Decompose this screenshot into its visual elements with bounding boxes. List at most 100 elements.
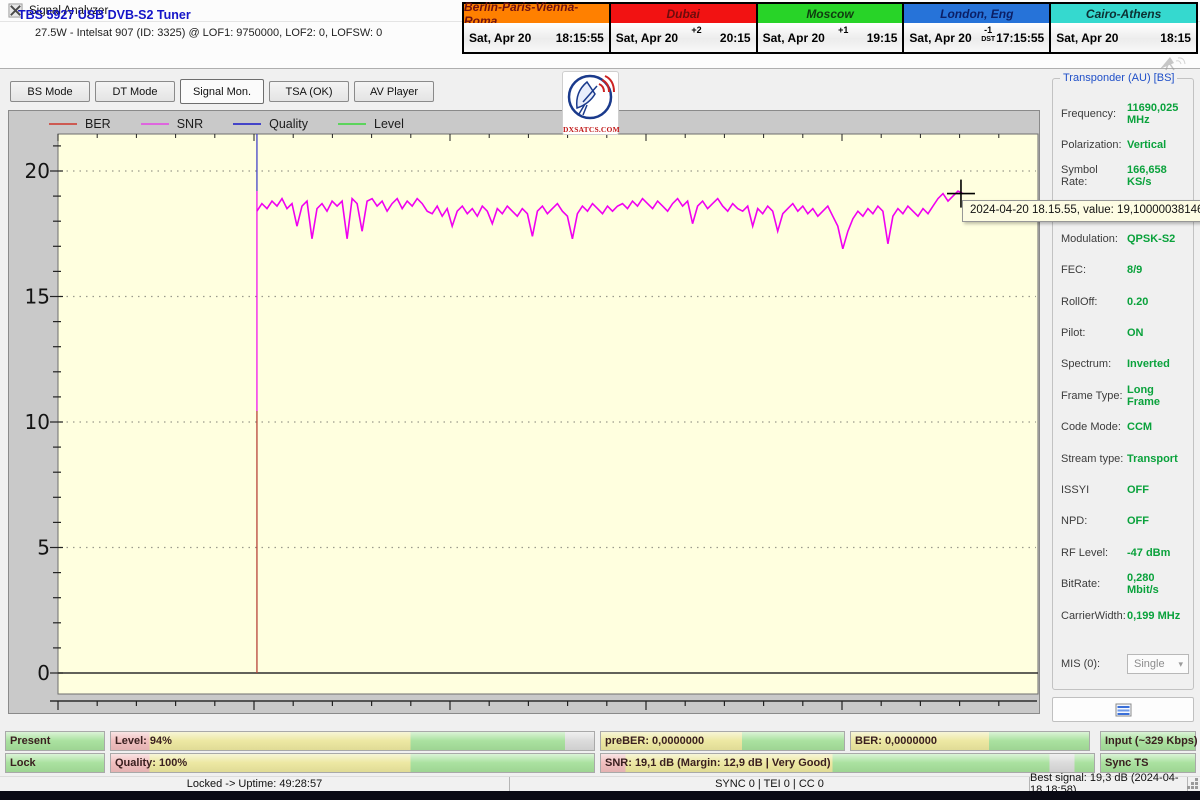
clock-time: 20:15 (720, 31, 751, 45)
transponder-row-label: Frame Type: (1061, 390, 1127, 402)
tab-bs-mode[interactable]: BS Mode (10, 81, 90, 102)
resize-grip[interactable] (1188, 777, 1200, 791)
svg-text:10: 10 (25, 410, 50, 434)
svg-text:15: 15 (25, 285, 50, 309)
transponder-row: Frequency: 11690,025 MHz (1061, 98, 1189, 129)
legend-line-swatch (338, 123, 366, 125)
list-icon (1115, 703, 1132, 717)
meter-ber: BER: 0,0000000 (850, 731, 1090, 751)
clock-date: Sat, Apr 20 (1056, 31, 1118, 45)
clock-body: Sat, Apr 20 +2 20:15 (611, 23, 756, 52)
clock-time: 18:15 (1160, 31, 1191, 45)
legend-label: BER (85, 117, 111, 131)
meter-label: SNR: 19,1 dB (Margin: 12,9 dB | Very Goo… (605, 757, 831, 769)
transponder-row: Code Mode: CCM (1061, 412, 1189, 443)
svg-text:5: 5 (37, 536, 50, 560)
transponder-row-label: BitRate: (1061, 578, 1127, 590)
mis-label: MIS (0): (1061, 658, 1127, 670)
clock-time: 17:15:55 (996, 31, 1044, 45)
transponder-row: RF Level: -47 dBm (1061, 537, 1189, 568)
clock: Moscow Sat, Apr 20 +1 19:15 (758, 4, 905, 52)
transponder-row-value: 0,199 MHz (1127, 610, 1180, 622)
transponder-row-value: Transport (1127, 453, 1178, 465)
transponder-row-label: Polarization: (1061, 139, 1127, 151)
transponder-row: Polarization: Vertical (1061, 129, 1189, 160)
transponder-row-label: Frequency: (1061, 108, 1127, 120)
signal-analyzer-window: Signal Analyzer TBS 5927 USB DVB-S2 Tune… (0, 0, 1200, 800)
clock-city: Dubai (611, 4, 756, 23)
clock-date: Sat, Apr 20 (469, 31, 531, 45)
transponder-groupbox: Transponder (AU) [BS] Frequency: 11690,0… (1052, 78, 1194, 690)
meter-label: Present (10, 735, 50, 747)
clock-body: Sat, Apr 20 +1 19:15 (758, 23, 903, 52)
mis-value: Single (1134, 658, 1165, 670)
meter-level: Level: 94% (110, 731, 595, 751)
clock-body: Sat, Apr 20 18:15:55 (464, 23, 609, 52)
svg-text:20: 20 (25, 159, 50, 183)
meter-label: Level: 94% (115, 735, 172, 747)
transponder-row: Frame Type: Long Frame (1061, 380, 1189, 411)
transponder-row-label: Modulation: (1061, 233, 1127, 245)
clock-date: Sat, Apr 20 (909, 31, 971, 45)
signal-chart-panel[interactable]: 0 5 10 15 20 BER SNR Quality Level (8, 110, 1040, 714)
transponder-row-label: RollOff: (1061, 296, 1127, 308)
legend-item: SNR (141, 117, 203, 131)
legend-line-swatch (233, 123, 261, 125)
transponder-row-label: Symbol Rate: (1061, 164, 1127, 188)
transponder-row-value: Inverted (1127, 358, 1170, 370)
meter-label: Lock (10, 757, 36, 769)
transponder-row-label: Code Mode: (1061, 421, 1127, 433)
dxsatcs-logo-text: DXSATCS.COM (563, 125, 618, 134)
transponder-row-value: Long Frame (1127, 384, 1189, 408)
statusbar-sync-counters: SYNC 0 | TEI 0 | CC 0 (510, 777, 1030, 791)
status-bar: Locked -> Uptime: 49:28:57 SYNC 0 | TEI … (0, 776, 1200, 791)
transponder-row: FEC: 8/9 (1061, 255, 1189, 286)
legend-item: Quality (233, 117, 308, 131)
transponder-row-value: 0.20 (1127, 296, 1148, 308)
statusbar-lock-uptime: Locked -> Uptime: 49:28:57 (0, 777, 510, 791)
legend-item: BER (49, 117, 111, 131)
clock-date: Sat, Apr 20 (616, 31, 678, 45)
transponder-row-value: Vertical (1127, 139, 1166, 151)
transponder-title: Transponder (AU) [BS] (1060, 72, 1177, 84)
transponder-rows: Frequency: 11690,025 MHz Polarization: V… (1061, 98, 1189, 676)
clock-date: Sat, Apr 20 (763, 31, 825, 45)
signal-chart[interactable]: 0 5 10 15 20 (9, 111, 1039, 713)
meter-label: Quality: 100% (115, 757, 187, 769)
transponder-row-label: NPD: (1061, 515, 1127, 527)
tuner-title: TBS 5927 USB DVB-S2 Tuner (18, 8, 191, 22)
mis-dropdown[interactable]: Single▾ (1127, 654, 1189, 674)
tab-av-player[interactable]: AV Player (354, 81, 434, 102)
tab-dt-mode[interactable]: DT Mode (95, 81, 175, 102)
transponder-row-value: CCM (1127, 421, 1152, 433)
legend-item: Level (338, 117, 404, 131)
dxsatcs-logo-icon (563, 72, 618, 122)
chart-tooltip: 2024-04-20 18.15.55, value: 19,100000381… (962, 200, 1200, 222)
clock: Cairo-Athens Sat, Apr 20 18:15 (1051, 4, 1196, 52)
meter-label: BER: 0,0000000 (855, 735, 937, 747)
legend-label: SNR (177, 117, 203, 131)
meter-label: Input (~329 Kbps) (1105, 735, 1198, 747)
clock-body: Sat, Apr 20 18:15 (1051, 23, 1196, 52)
transponder-row: BitRate: 0,280 Mbit/s (1061, 568, 1189, 599)
legend-label: Quality (269, 117, 308, 131)
transponder-row-label: RF Level: (1061, 547, 1127, 559)
transponder-row: Spectrum: Inverted (1061, 349, 1189, 380)
clock-utc-offset: +1 (838, 26, 848, 34)
chart-legend: BER SNR Quality Level (49, 115, 404, 133)
meter-label: preBER: 0,0000000 (605, 735, 704, 747)
transponder-row-value: 8/9 (1127, 264, 1142, 276)
transponder-row: RollOff: 0.20 (1061, 286, 1189, 317)
clock-city: Cairo-Athens (1051, 4, 1196, 23)
clock-utc-offset: +2 (691, 26, 701, 34)
tab-signal-mon-[interactable]: Signal Mon. (180, 79, 264, 104)
dxsatcs-logo: DXSATCS.COM (562, 71, 619, 135)
stream-list-button[interactable] (1052, 697, 1194, 722)
clock-time: 19:15 (867, 31, 898, 45)
transponder-row: Modulation: QPSK-S2 (1061, 223, 1189, 254)
mis-row: MIS (0):Single▾ (1061, 652, 1189, 676)
clock-city: Berlin-Paris-Vienna-Roma (464, 4, 609, 23)
transponder-row-value: 0,280 Mbit/s (1127, 572, 1189, 596)
tab-tsa-ok-[interactable]: TSA (OK) (269, 81, 349, 102)
svg-text:0: 0 (37, 661, 50, 685)
